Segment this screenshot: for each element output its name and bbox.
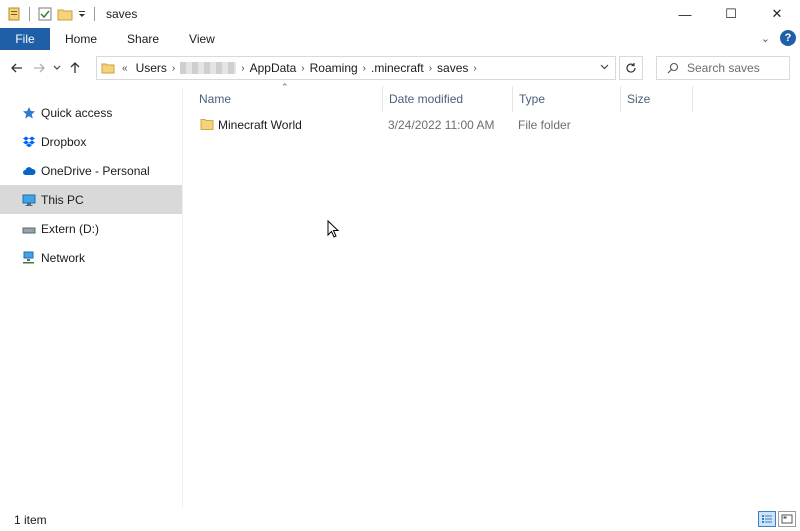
refresh-button[interactable] bbox=[619, 56, 643, 80]
chevron-down-icon bbox=[600, 64, 609, 70]
sidebar-item-label: Extern (D:) bbox=[41, 221, 100, 236]
expand-ribbon-icon[interactable]: ⌄ bbox=[761, 32, 770, 45]
sidebar-item-extern-drive[interactable]: Extern (D:) bbox=[0, 214, 182, 243]
breadcrumb-minecraft[interactable]: .minecraft bbox=[366, 61, 429, 75]
toolbar-separator bbox=[94, 7, 95, 21]
forward-button[interactable] bbox=[28, 56, 50, 80]
search-input[interactable] bbox=[687, 61, 783, 75]
drive-icon bbox=[22, 222, 36, 236]
breadcrumb-users[interactable]: Users bbox=[131, 61, 172, 75]
breadcrumb-username-redacted[interactable] bbox=[180, 62, 237, 74]
help-icon[interactable]: ? bbox=[780, 30, 796, 46]
chevron-down-icon bbox=[53, 65, 61, 70]
sidebar-item-onedrive[interactable]: OneDrive - Personal bbox=[0, 156, 182, 185]
star-icon bbox=[22, 106, 36, 120]
ribbon-tabs: File Home Share View ⌄ ? bbox=[0, 28, 800, 50]
sidebar-item-label: This PC bbox=[41, 192, 84, 207]
column-header-label: Name bbox=[199, 92, 232, 106]
close-button[interactable]: ✕ bbox=[754, 0, 800, 28]
sidebar-item-quick-access[interactable]: Quick access bbox=[0, 98, 182, 127]
address-bar[interactable]: « Users › › AppData › Roaming › .minecra… bbox=[96, 56, 616, 80]
search-box[interactable] bbox=[656, 56, 790, 80]
quick-access-toolbar bbox=[0, 6, 98, 22]
checkmark-icon[interactable] bbox=[37, 6, 53, 22]
sidebar-item-label: Quick access bbox=[41, 105, 113, 120]
item-count: 1 item bbox=[14, 512, 47, 527]
column-header-label: Type bbox=[519, 92, 546, 106]
file-row[interactable]: Minecraft World 3/24/2022 11:00 AM File … bbox=[193, 114, 793, 136]
column-header-date-modified[interactable]: Date modified bbox=[383, 86, 513, 112]
title-bar: saves — ☐ ✕ bbox=[0, 0, 800, 28]
file-list: ⌃ Name Date modified Type Size Minecraft… bbox=[183, 82, 800, 508]
column-header-type[interactable]: Type bbox=[513, 86, 621, 112]
network-icon bbox=[22, 251, 36, 265]
address-history-dropdown[interactable] bbox=[600, 62, 609, 74]
sidebar-item-network[interactable]: Network bbox=[0, 243, 182, 272]
customize-toolbar-icon[interactable] bbox=[77, 6, 87, 22]
dropbox-icon bbox=[22, 135, 36, 149]
view-switcher bbox=[758, 511, 796, 527]
sidebar-item-this-pc[interactable]: This PC bbox=[0, 185, 182, 214]
navigation-bar: « Users › › AppData › Roaming › .minecra… bbox=[0, 52, 800, 84]
minimize-button[interactable]: — bbox=[662, 0, 708, 28]
column-header-label: Size bbox=[627, 92, 651, 106]
sidebar-item-dropbox[interactable]: Dropbox bbox=[0, 127, 182, 156]
sidebar-item-label: Network bbox=[41, 250, 86, 265]
cloud-icon bbox=[22, 164, 36, 178]
window-controls: — ☐ ✕ bbox=[662, 0, 800, 28]
breadcrumb-appdata[interactable]: AppData bbox=[245, 61, 302, 75]
tab-home[interactable]: Home bbox=[50, 28, 112, 50]
breadcrumb-roaming[interactable]: Roaming bbox=[305, 61, 363, 75]
folder-icon bbox=[200, 117, 214, 134]
column-header-size[interactable]: Size bbox=[621, 86, 693, 112]
file-name: Minecraft World bbox=[218, 118, 302, 132]
column-header-name[interactable]: Name bbox=[193, 86, 383, 112]
breadcrumb-separator[interactable]: › bbox=[473, 63, 476, 74]
search-icon bbox=[667, 62, 679, 74]
ribbon-right: ⌄ ? bbox=[761, 30, 796, 46]
status-bar: 1 item bbox=[0, 508, 800, 531]
large-icons-view-icon bbox=[781, 514, 793, 524]
navigation-pane: Quick access Dropbox OneDrive - Personal… bbox=[0, 88, 182, 508]
file-date-modified: 3/24/2022 11:00 AM bbox=[388, 118, 495, 132]
maximize-button[interactable]: ☐ bbox=[708, 0, 754, 28]
properties-icon[interactable] bbox=[6, 6, 22, 22]
details-view-button[interactable] bbox=[758, 511, 776, 527]
refresh-icon bbox=[626, 63, 636, 73]
breadcrumb-saves[interactable]: saves bbox=[432, 61, 473, 75]
sidebar-item-label: OneDrive - Personal bbox=[41, 163, 150, 178]
toolbar-separator bbox=[29, 7, 30, 21]
window-title: saves bbox=[106, 7, 138, 21]
tab-view[interactable]: View bbox=[174, 28, 230, 50]
breadcrumb-overflow[interactable]: « bbox=[119, 63, 131, 74]
large-icons-view-button[interactable] bbox=[778, 511, 796, 527]
breadcrumb-separator[interactable]: › bbox=[172, 63, 175, 74]
sidebar-item-label: Dropbox bbox=[41, 134, 87, 149]
recent-locations-button[interactable] bbox=[50, 56, 64, 80]
column-header-label: Date modified bbox=[389, 92, 464, 106]
forward-arrow-icon bbox=[34, 63, 45, 73]
file-type: File folder bbox=[518, 118, 571, 132]
up-button[interactable] bbox=[64, 56, 86, 80]
tab-file[interactable]: File bbox=[0, 28, 50, 50]
mouse-cursor-icon bbox=[327, 219, 340, 242]
up-arrow-icon bbox=[70, 62, 80, 73]
computer-icon bbox=[22, 193, 36, 207]
new-folder-icon[interactable] bbox=[57, 6, 73, 22]
back-arrow-icon bbox=[11, 63, 22, 73]
folder-icon bbox=[101, 63, 115, 74]
details-view-icon bbox=[762, 515, 772, 523]
tab-share[interactable]: Share bbox=[112, 28, 174, 50]
back-button[interactable] bbox=[6, 56, 28, 80]
